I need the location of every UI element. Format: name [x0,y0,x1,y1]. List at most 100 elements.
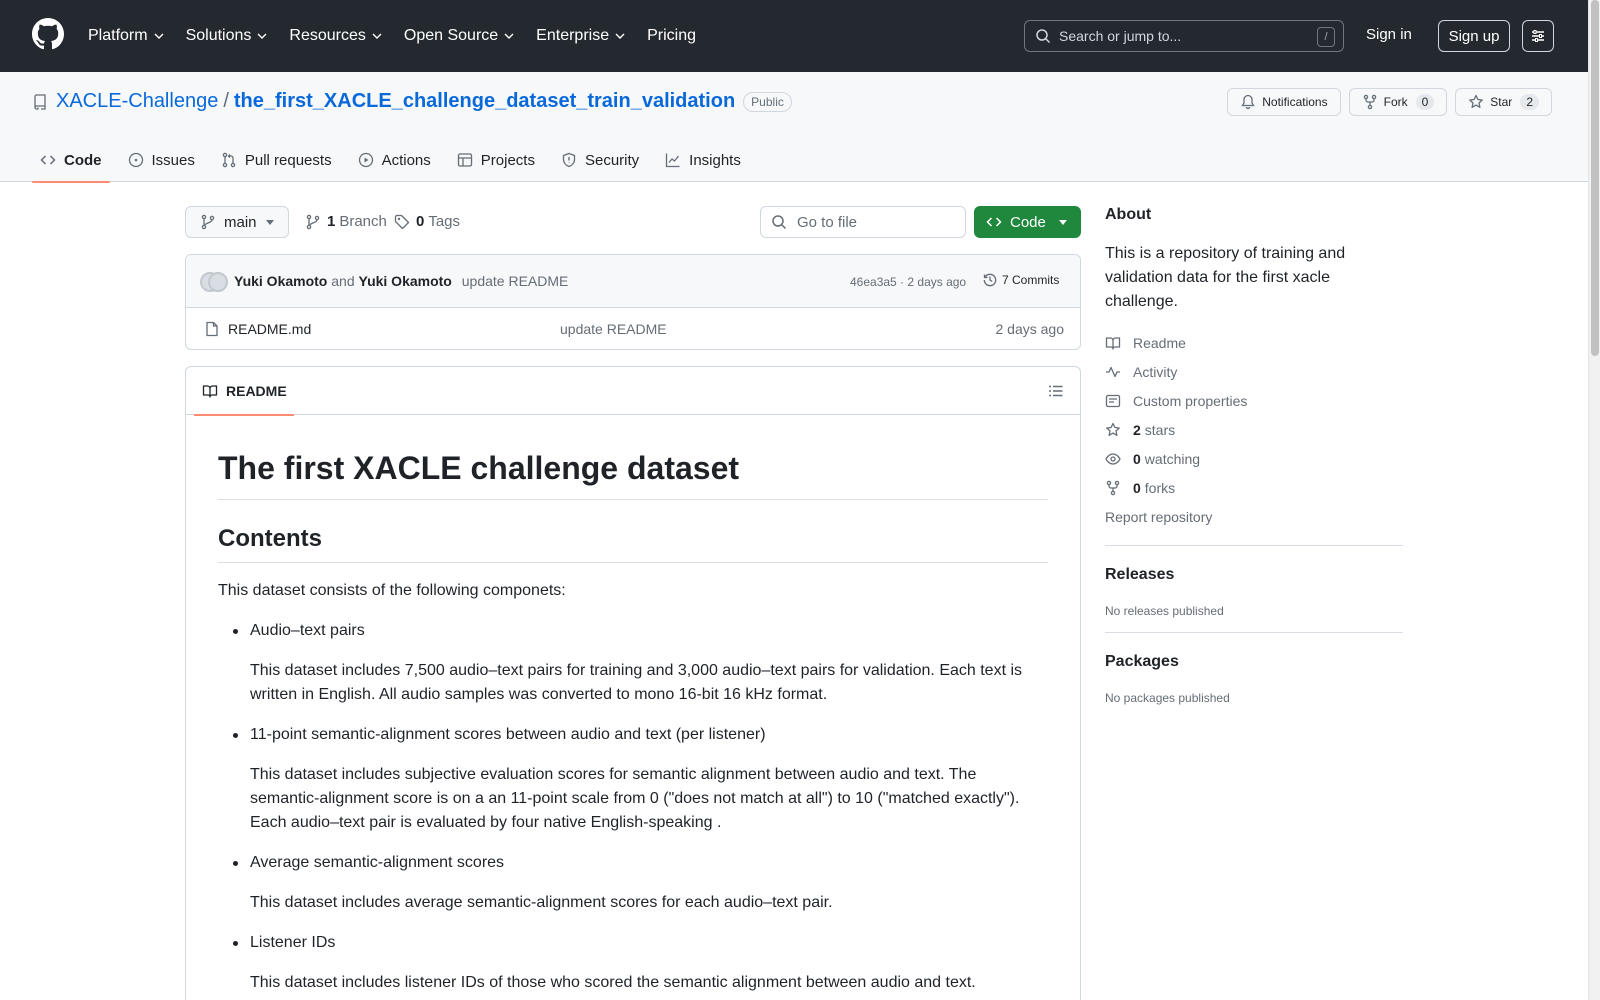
nav-pricing[interactable]: Pricing [647,27,696,45]
commits-history-link[interactable]: 7 Commits [982,272,1059,288]
chevron-down-icon [372,33,382,39]
search-shortcut-key: / [1317,27,1335,47]
activity-link[interactable]: Activity [1105,357,1403,386]
scrollbar-thumb[interactable] [1591,0,1599,356]
caret-down-icon [266,220,274,225]
commit-coauthor-link[interactable]: Yuki Okamoto [359,273,452,289]
branch-selector[interactable]: main [185,206,289,238]
notifications-label: Notifications [1262,95,1328,109]
nav-label: Solutions [185,27,252,44]
stars-count: 2 [1133,421,1141,438]
about-links: Readme Activity Custom properties 2 star… [1105,328,1403,531]
file-toolbar: main 1 Branch 0 Tags Go to file Code [185,206,1081,238]
nav-label: Resources [289,27,366,44]
repo-tabs: Code Issues Pull requests Actions Projec… [32,138,759,183]
tab-insights[interactable]: Insights [657,138,749,182]
repo-icon [34,93,46,110]
chevron-down-icon [504,33,514,39]
pulse-icon [1106,366,1120,377]
readme-tab[interactable]: README [194,367,294,416]
eye-icon [1105,452,1121,465]
tab-issues[interactable]: Issues [120,138,203,182]
author-avatars[interactable] [200,272,228,292]
bell-icon [1241,94,1255,110]
sign-up-button[interactable]: Sign up [1438,20,1510,52]
github-logo-icon[interactable] [32,18,64,50]
code-dropdown-button[interactable]: Code [974,206,1081,238]
repo-owner-link[interactable]: XACLE-Challenge [56,90,218,113]
readme-title: The first XACLE challenge dataset [218,449,1048,501]
nav-open-source[interactable]: Open Source [404,27,514,45]
tab-label: Pull requests [244,151,332,169]
history-icon [983,273,997,287]
forks-link[interactable]: 0 forks [1105,473,1403,502]
table-row: README.md update README 2 days ago [186,308,1080,349]
star-count: 2 [1520,94,1539,110]
notifications-button[interactable]: Notifications [1227,88,1341,116]
report-repository-link[interactable]: Report repository [1105,502,1403,531]
sliders-icon [1532,30,1544,42]
table-icon [457,153,472,167]
watchers-link[interactable]: 0 watching [1105,444,1403,473]
code-icon [986,217,1002,227]
forks-label: forks [1144,479,1176,496]
fork-icon [1106,480,1120,495]
repo-path-separator: / [223,90,229,112]
tab-pull-requests[interactable]: Pull requests [213,138,340,182]
global-search-input[interactable]: Search or jump to... / [1024,20,1344,52]
readme-intro: This dataset consists of the following c… [218,582,566,600]
go-to-file-input[interactable]: Go to file [760,206,966,238]
commit-hash-time[interactable]: 46ea3a5 · 2 days ago [850,275,966,289]
file-link[interactable]: README.md [204,321,311,337]
list-item-description: This dataset includes 7,500 audio–text p… [250,662,1023,704]
page-scrollbar[interactable] [1588,0,1600,1000]
commit-and-text: and [331,273,355,289]
commits-count-label: 7 Commits [1002,273,1060,287]
repo-title: XACLE-Challenge / the_first_XACLE_challe… [32,90,792,113]
star-label: Star [1490,95,1513,109]
tab-security[interactable]: Security [553,138,647,182]
repo-name-link[interactable]: the_first_XACLE_challenge_dataset_train_… [234,90,735,113]
tag-icon [394,214,410,229]
tab-code[interactable]: Code [32,138,110,183]
activity-link-label: Activity [1133,363,1178,380]
branch-count: 1 [327,213,336,230]
packages-note: No packages published [1105,691,1230,705]
list-item-title: Listener IDs [250,934,336,952]
fork-button[interactable]: Fork 0 [1348,88,1448,116]
tab-projects[interactable]: Projects [449,138,543,182]
tag-label: Tags [428,213,461,230]
chevron-down-icon [615,33,625,39]
code-icon [40,155,56,165]
custom-properties-link[interactable]: Custom properties [1105,386,1403,415]
tags-link[interactable]: 0 Tags [394,213,460,230]
stars-link[interactable]: 2 stars [1105,415,1403,444]
readme-content: The first XACLE challenge dataset Conten… [218,415,1048,995]
nav-enterprise[interactable]: Enterprise [536,27,625,45]
fork-label: Fork [1383,95,1408,109]
tab-actions[interactable]: Actions [350,138,439,182]
list-item: Audio–text pairs This dataset includes 7… [233,619,1048,707]
header-menu-button[interactable] [1522,20,1554,52]
readme-link[interactable]: Readme [1105,328,1403,357]
list-item-description: This dataset includes average semantic-a… [250,894,833,912]
branches-link[interactable]: 1 Branch [305,213,387,230]
sign-in-link[interactable]: Sign in [1366,26,1412,43]
list-item-title: Audio–text pairs [250,622,365,640]
file-list: Yuki Okamoto and Yuki Okamoto update REA… [185,254,1081,350]
commit-author-link[interactable]: Yuki Okamoto [234,273,327,289]
forks-count: 0 [1133,479,1141,496]
commit-message-link[interactable]: update README [462,273,569,289]
nav-solutions[interactable]: Solutions [186,27,268,45]
list-unordered-icon[interactable] [1048,383,1064,399]
code-button-label: Code [1010,213,1046,231]
branch-label: Branch [339,213,387,230]
nav-resources[interactable]: Resources [289,27,382,45]
nav-platform[interactable]: Platform [88,27,164,45]
star-icon [1469,94,1484,108]
tab-label: Issues [151,151,195,169]
file-commit-message[interactable]: update README [560,321,667,337]
star-button[interactable]: Star 2 [1455,88,1552,116]
packages-heading[interactable]: Packages [1105,653,1403,671]
releases-heading[interactable]: Releases [1105,566,1403,584]
